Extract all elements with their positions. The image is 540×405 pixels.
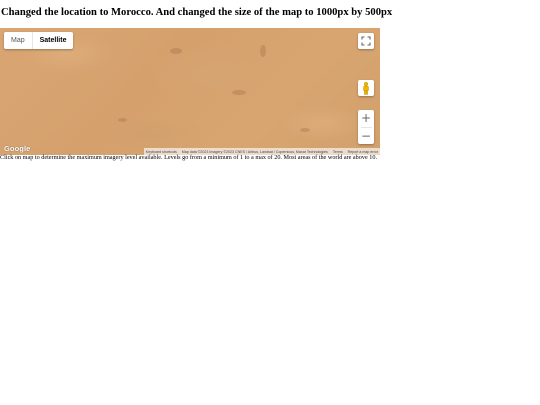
pegman-icon	[363, 81, 369, 95]
map-type-satellite-button[interactable]: Satellite	[33, 32, 74, 49]
map-caption: Click on map to determine the maximum im…	[0, 154, 377, 161]
satellite-map[interactable]: Map Satellite + − Google Keyboard shortc…	[0, 28, 380, 155]
terrain-feature	[260, 45, 266, 57]
map-type-map-button[interactable]: Map	[4, 32, 33, 49]
terrain-feature	[300, 128, 310, 132]
page-heading: Changed the location to Morocco. And cha…	[1, 7, 393, 18]
terrain-feature	[118, 118, 127, 122]
map-type-control: Map Satellite	[4, 32, 74, 49]
report-map-error-link[interactable]: Report a map error	[348, 150, 378, 154]
zoom-in-button[interactable]: +	[358, 110, 374, 127]
map-data-attribution: Map data ©2023 Imagery ©2023 CNES / Airb…	[181, 149, 328, 154]
terrain-feature	[232, 90, 246, 95]
fullscreen-icon	[361, 36, 371, 46]
terms-link[interactable]: Terms	[333, 150, 343, 154]
fullscreen-button[interactable]	[358, 33, 374, 49]
google-logo: Google	[4, 144, 31, 153]
keyboard-shortcuts-link[interactable]: Keyboard shortcuts	[146, 150, 177, 154]
terrain-feature	[170, 48, 182, 54]
zoom-control: + −	[358, 110, 374, 144]
zoom-out-button[interactable]: −	[358, 127, 374, 144]
street-view-pegman-button[interactable]	[358, 80, 374, 96]
